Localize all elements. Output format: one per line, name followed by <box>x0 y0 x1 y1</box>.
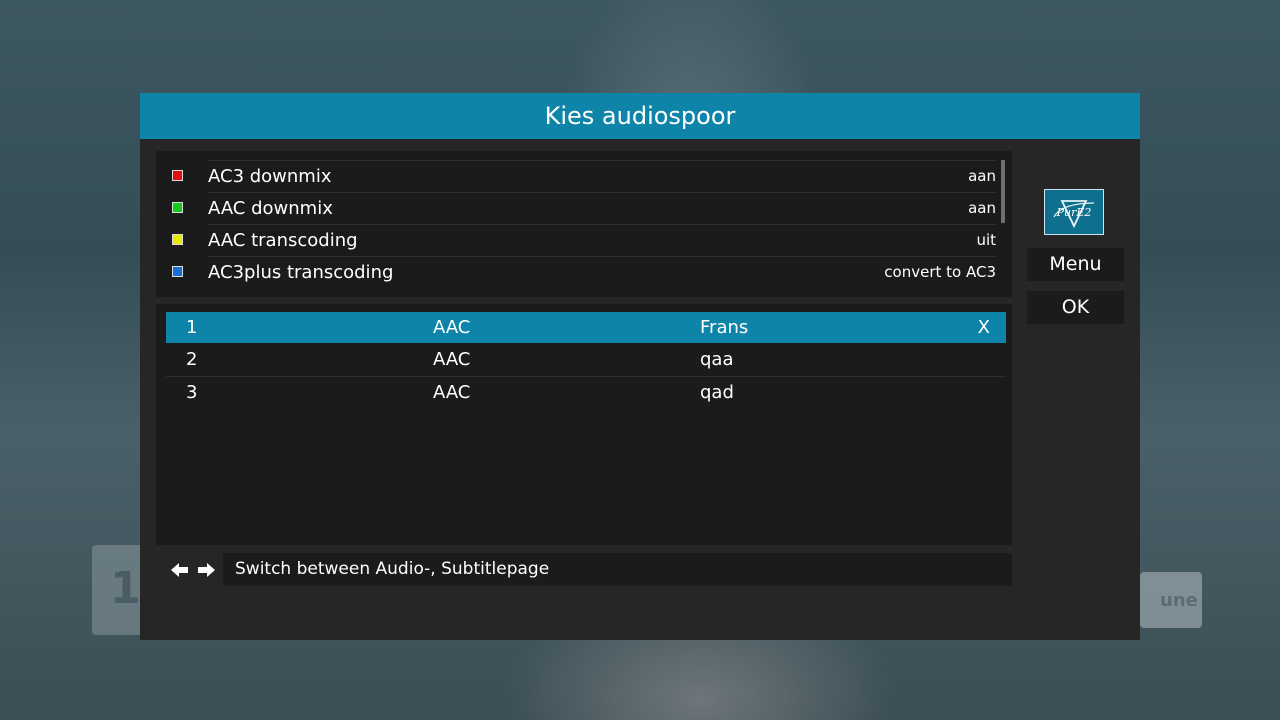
hint-text: Switch between Audio-, Subtitlepage <box>235 559 550 579</box>
track-number: 1 <box>186 317 198 338</box>
arrow-right-icon <box>198 563 215 577</box>
blue-key-icon <box>172 266 183 277</box>
audio-track-dialog: Kies audiospoor AC3 downmix aan AAC down… <box>140 93 1140 640</box>
arrow-left-icon <box>171 563 188 577</box>
setting-row-ac3-downmix[interactable]: AC3 downmix aan <box>172 160 996 192</box>
yellow-key-icon <box>172 234 183 245</box>
track-row[interactable]: 3 AAC qad <box>166 376 1006 408</box>
setting-value: convert to AC3 <box>884 263 996 281</box>
pure2-logo: PurE2 <box>1044 189 1104 235</box>
setting-value: aan <box>968 167 996 185</box>
track-codec: AAC <box>433 349 471 370</box>
audio-settings-list: AC3 downmix aan AAC downmix aan AAC tran… <box>156 151 1012 297</box>
track-number: 3 <box>186 382 198 403</box>
track-row[interactable]: 2 AAC qaa <box>166 344 1006 375</box>
background-channel-logo-right: une <box>1140 572 1202 628</box>
track-active-marker: X <box>977 317 990 338</box>
setting-row-aac-downmix[interactable]: AAC downmix aan <box>172 192 996 224</box>
logo-text: PurE2 <box>1056 206 1092 219</box>
setting-row-ac3plus-transcoding[interactable]: AC3plus transcoding convert to AC3 <box>172 256 996 288</box>
ok-button[interactable]: OK <box>1027 291 1124 324</box>
setting-label: AC3plus transcoding <box>208 262 394 283</box>
track-language: qaa <box>700 349 734 370</box>
setting-label: AC3 downmix <box>208 166 332 187</box>
setting-row-aac-transcoding[interactable]: AAC transcoding uit <box>172 224 996 256</box>
setting-label: AAC transcoding <box>208 230 358 251</box>
track-row-selected[interactable]: 1 AAC Frans X <box>166 312 1006 343</box>
pure2-logo-icon: PurE2 <box>1053 200 1095 229</box>
track-codec: AAC <box>433 382 471 403</box>
red-key-icon <box>172 170 183 181</box>
track-number: 2 <box>186 349 198 370</box>
settings-scrollbar[interactable] <box>1001 160 1005 223</box>
track-codec: AAC <box>433 317 471 338</box>
setting-value: uit <box>976 231 996 249</box>
setting-value: aan <box>968 199 996 217</box>
hint-bar: Switch between Audio-, Subtitlepage <box>223 553 1012 586</box>
green-key-icon <box>172 202 183 213</box>
track-language: qad <box>700 382 734 403</box>
nav-arrows <box>170 562 216 578</box>
background-channel-text-right: une <box>1160 590 1198 611</box>
setting-label: AAC downmix <box>208 198 333 219</box>
audio-track-list: 1 AAC Frans X 2 AAC qaa 3 AAC qad <box>156 304 1012 545</box>
menu-button[interactable]: Menu <box>1027 248 1124 281</box>
track-language: Frans <box>700 317 749 338</box>
dialog-title: Kies audiospoor <box>140 93 1140 139</box>
